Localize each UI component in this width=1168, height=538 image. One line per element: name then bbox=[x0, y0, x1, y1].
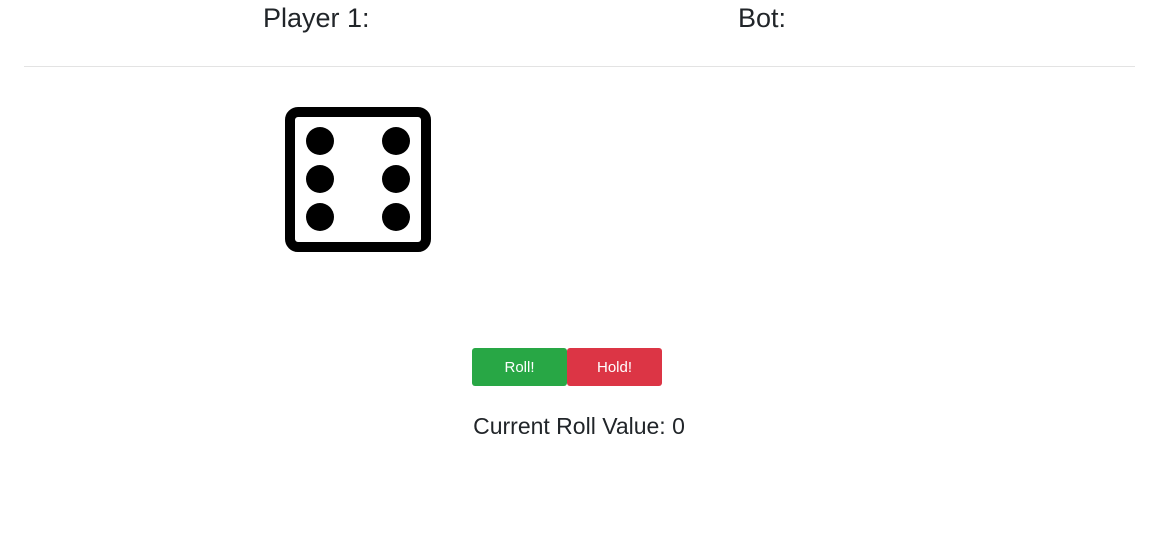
current-roll-value: Current Roll Value: 0 bbox=[473, 413, 685, 439]
divider bbox=[24, 66, 1135, 67]
player-score-label: Player 1: bbox=[263, 3, 370, 33]
die-pip bbox=[306, 203, 334, 231]
bot-score-label: Bot: bbox=[738, 3, 787, 33]
hold-button[interactable]: Hold! bbox=[567, 348, 662, 386]
die-pip bbox=[306, 165, 334, 193]
roll-button[interactable]: Roll! bbox=[472, 348, 567, 386]
die-pip bbox=[382, 203, 410, 231]
die-pip bbox=[382, 165, 410, 193]
game-page: Player 1: Bot: Roll! Hold! Current Roll … bbox=[0, 0, 1168, 538]
die-pip bbox=[382, 127, 410, 155]
dice-six-icon bbox=[285, 107, 431, 252]
die-pip bbox=[306, 127, 334, 155]
controls: Roll! Hold! bbox=[472, 348, 662, 386]
